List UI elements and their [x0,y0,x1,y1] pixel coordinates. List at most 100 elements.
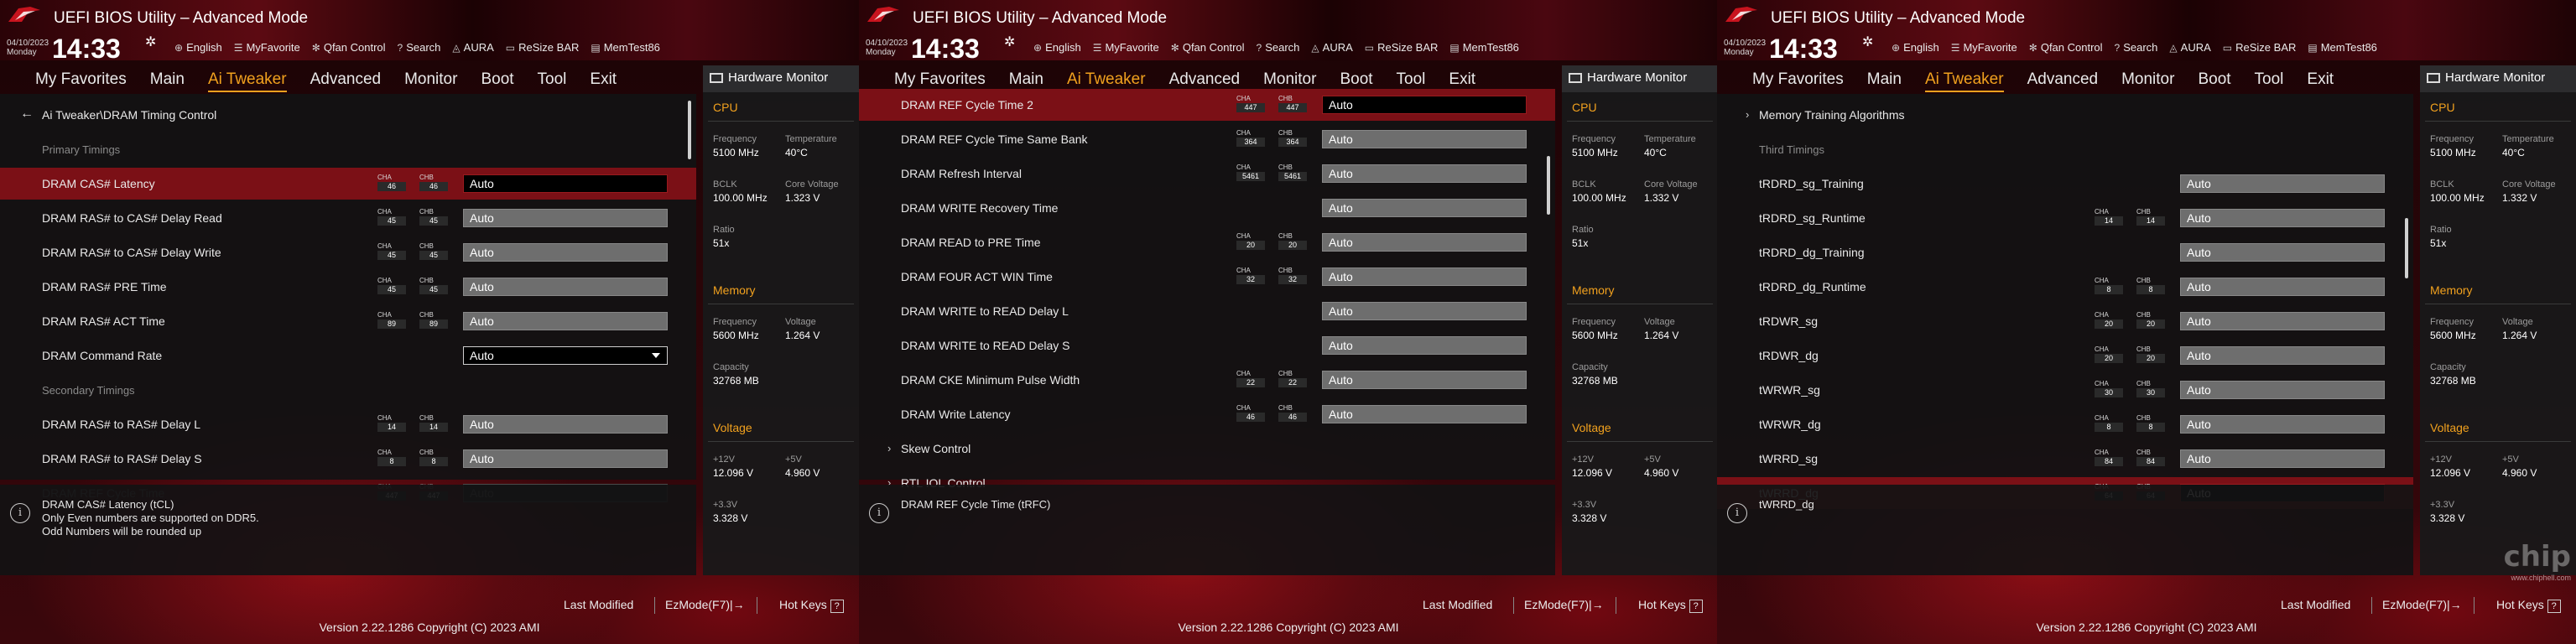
shortcut-5[interactable]: ▭ ReSize BAR [2223,41,2297,54]
value-input[interactable]: Auto [1322,199,1527,217]
setting-row[interactable]: tRDWR_dg CHA 20 CHB 20 Auto [1717,340,2413,371]
gear-icon[interactable]: ✲ [1004,34,1015,50]
setting-row[interactable]: DRAM Write Latency CHA 46 CHB 46 Auto [859,398,1555,430]
tab-boot[interactable]: Boot [481,65,513,94]
tab-ai-tweaker[interactable]: Ai Tweaker [1924,65,2004,92]
value-input[interactable]: Auto [2180,243,2385,262]
value-input[interactable]: Auto [2180,312,2385,330]
value-input[interactable]: Auto [1322,130,1527,148]
value-input[interactable]: Auto [1322,302,1527,320]
value-input[interactable]: Auto [2180,278,2385,296]
setting-row[interactable]: DRAM CKE Minimum Pulse Width CHA 22 CHB 22 Au… [859,364,1555,396]
setting-row[interactable]: tWRRD_sg CHA 84 CHB 84 Auto [1717,443,2413,475]
shortcut-5[interactable]: ▭ ReSize BAR [1365,41,1439,54]
gear-icon[interactable]: ✲ [1862,34,1873,50]
tab-my-favorites[interactable]: My Favorites [35,65,127,94]
setting-row[interactable]: DRAM RAS# to CAS# Delay Read CHA 45 CHB 45 Au… [0,202,696,234]
scrollbar[interactable] [1547,156,1550,215]
value-input[interactable]: Auto [463,278,668,296]
value-input[interactable]: Auto [2180,174,2385,193]
value-input[interactable]: Auto [2180,449,2385,468]
setting-row[interactable]: DRAM RAS# PRE Time CHA 45 CHB 45 Auto [0,271,696,303]
setting-row[interactable]: DRAM FOUR ACT WIN Time CHA 32 CHB 32 Auto [859,261,1555,293]
shortcut-4[interactable]: ◬ AURA [1311,41,1352,54]
setting-row[interactable]: tRDRD_sg_Training Auto [1717,168,2413,200]
shortcut-6[interactable]: ▤ MemTest86 [1449,41,1519,54]
ezmode-button[interactable]: EzMode(F7)|→ [1524,598,1604,611]
setting-row[interactable]: DRAM WRITE to READ Delay S Auto [859,330,1555,361]
setting-row[interactable]: › Skew Control [859,433,1555,465]
tab-main[interactable]: Main [150,65,185,94]
tab-exit[interactable]: Exit [590,65,617,94]
last-modified-button[interactable]: Last Modified [564,598,633,611]
dropdown-select[interactable]: Auto [463,346,668,365]
back-arrow-icon[interactable]: ← [20,106,34,122]
shortcut-6[interactable]: ▤ MemTest86 [591,41,660,54]
value-input[interactable]: Auto [2180,209,2385,227]
setting-row[interactable]: tRDRD_dg_Runtime CHA 8 CHB 8 Auto [1717,271,2413,303]
value-input[interactable]: Auto [2180,415,2385,434]
shortcut-0[interactable]: ⊕ English [1892,41,1939,54]
value-input[interactable]: Auto [2180,346,2385,365]
shortcut-1[interactable]: ☰ MyFavorite [1951,41,2017,54]
ezmode-button[interactable]: EzMode(F7)|→ [665,598,745,611]
hotkeys-button[interactable]: Hot Keys ? [1638,598,1703,613]
value-input[interactable]: Auto [463,243,668,262]
tab-advanced[interactable]: Advanced [2027,65,2099,94]
setting-row[interactable]: DRAM RAS# ACT Time CHA 89 CHB 89 Auto [0,305,696,337]
shortcut-0[interactable]: ⊕ English [1033,41,1081,54]
hotkeys-button[interactable]: Hot Keys ? [2496,598,2561,613]
shortcut-2[interactable]: ✻ Qfan Control [1171,41,1245,54]
setting-row[interactable]: DRAM READ to PRE Time CHA 20 CHB 20 Auto [859,226,1555,258]
shortcut-2[interactable]: ✻ Qfan Control [2029,41,2103,54]
hotkeys-button[interactable]: Hot Keys ? [779,598,844,613]
setting-row[interactable]: DRAM RAS# to RAS# Delay S CHA 8 CHB 8 Auto [0,443,696,475]
value-input[interactable]: Auto [1322,336,1527,355]
shortcut-3[interactable]: ? Search [398,41,441,54]
tab-exit[interactable]: Exit [2307,65,2334,94]
shortcut-1[interactable]: ☰ MyFavorite [234,41,300,54]
setting-row[interactable]: tRDRD_sg_Runtime CHA 14 CHB 14 Auto [1717,202,2413,234]
shortcut-2[interactable]: ✻ Qfan Control [312,41,386,54]
setting-row[interactable]: DRAM RAS# to RAS# Delay L CHA 14 CHB 14 Auto [0,408,696,440]
tab-ai-tweaker[interactable]: Ai Tweaker [207,65,287,92]
setting-row[interactable]: › Memory Training Algorithms [1717,99,2413,131]
shortcut-0[interactable]: ⊕ English [174,41,222,54]
shortcut-4[interactable]: ◬ AURA [452,41,493,54]
shortcut-3[interactable]: ? Search [1257,41,1300,54]
setting-row[interactable]: DRAM CAS# Latency CHA 46 CHB 46 Auto [0,168,696,200]
setting-row[interactable]: tWRWR_dg CHA 8 CHB 8 Auto [1717,408,2413,440]
setting-row[interactable]: DRAM WRITE to READ Delay L Auto [859,295,1555,327]
tab-my-favorites[interactable]: My Favorites [1752,65,1844,94]
setting-row[interactable]: DRAM RAS# to CAS# Delay Write CHA 45 CHB 45 A… [0,236,696,268]
shortcut-3[interactable]: ? Search [2115,41,2158,54]
last-modified-button[interactable]: Last Modified [1423,598,1492,611]
setting-row[interactable]: DRAM Refresh Interval CHA 5461 CHB 5461 Auto [859,158,1555,190]
value-input[interactable]: Auto [463,209,668,227]
value-input[interactable]: Auto [463,174,668,193]
setting-row[interactable]: DRAM REF Cycle Time Same Bank CHA 364 CHB 36… [859,123,1555,155]
value-input[interactable]: Auto [463,312,668,330]
tab-monitor[interactable]: Monitor [404,65,457,94]
last-modified-button[interactable]: Last Modified [2281,598,2350,611]
shortcut-1[interactable]: ☰ MyFavorite [1093,41,1159,54]
shortcut-4[interactable]: ◬ AURA [2169,41,2210,54]
value-input[interactable]: Auto [463,449,668,468]
value-input[interactable]: Auto [2180,381,2385,399]
setting-row[interactable]: tRDRD_dg_Training Auto [1717,236,2413,268]
tab-main[interactable]: Main [1867,65,1902,94]
tab-monitor[interactable]: Monitor [2121,65,2174,94]
scrollbar[interactable] [688,101,691,159]
tab-advanced[interactable]: Advanced [310,65,382,94]
gear-icon[interactable]: ✲ [145,34,156,50]
value-input[interactable]: Auto [1322,233,1527,252]
setting-row[interactable]: tRDWR_sg CHA 20 CHB 20 Auto [1717,305,2413,337]
value-input[interactable]: Auto [1322,371,1527,389]
tab-tool[interactable]: Tool [2255,65,2284,94]
value-input[interactable]: Auto [1322,405,1527,423]
value-input[interactable]: Auto [1322,164,1527,183]
value-input[interactable]: Auto [463,415,668,434]
shortcut-6[interactable]: ▤ MemTest86 [2308,41,2377,54]
value-input[interactable]: Auto [1322,267,1527,286]
tab-tool[interactable]: Tool [538,65,567,94]
